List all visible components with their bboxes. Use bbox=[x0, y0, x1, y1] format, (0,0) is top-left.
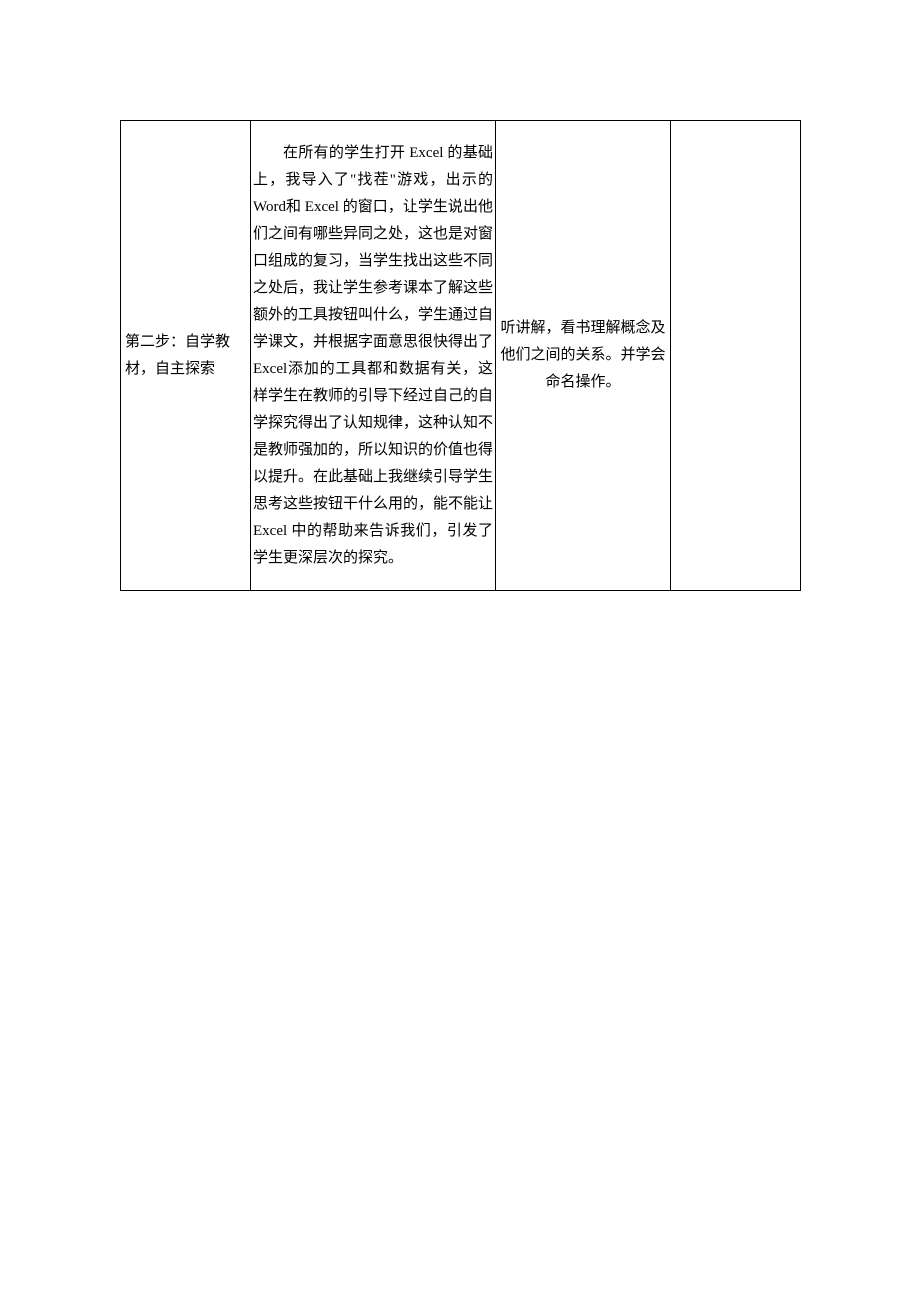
step-label: 第二步：自学教材，自主探索 bbox=[125, 334, 230, 377]
step-label-cell: 第二步：自学教材，自主探索 bbox=[121, 121, 251, 591]
teacher-activity-text: 在所有的学生打开 Excel 的基础上，我导入了"找茬"游戏，出示的 Word和… bbox=[253, 140, 493, 572]
student-activity-cell: 听讲解，看书理解概念及他们之间的关系。并学会命名操作。 bbox=[496, 121, 671, 591]
teacher-activity-cell: 在所有的学生打开 Excel 的基础上，我导入了"找茬"游戏，出示的 Word和… bbox=[251, 121, 496, 591]
notes-cell bbox=[671, 121, 801, 591]
lesson-plan-table: 第二步：自学教材，自主探索 在所有的学生打开 Excel 的基础上，我导入了"找… bbox=[120, 120, 801, 591]
table-row: 第二步：自学教材，自主探索 在所有的学生打开 Excel 的基础上，我导入了"找… bbox=[121, 121, 801, 591]
student-activity-text: 听讲解，看书理解概念及他们之间的关系。并学会命名操作。 bbox=[500, 320, 665, 390]
